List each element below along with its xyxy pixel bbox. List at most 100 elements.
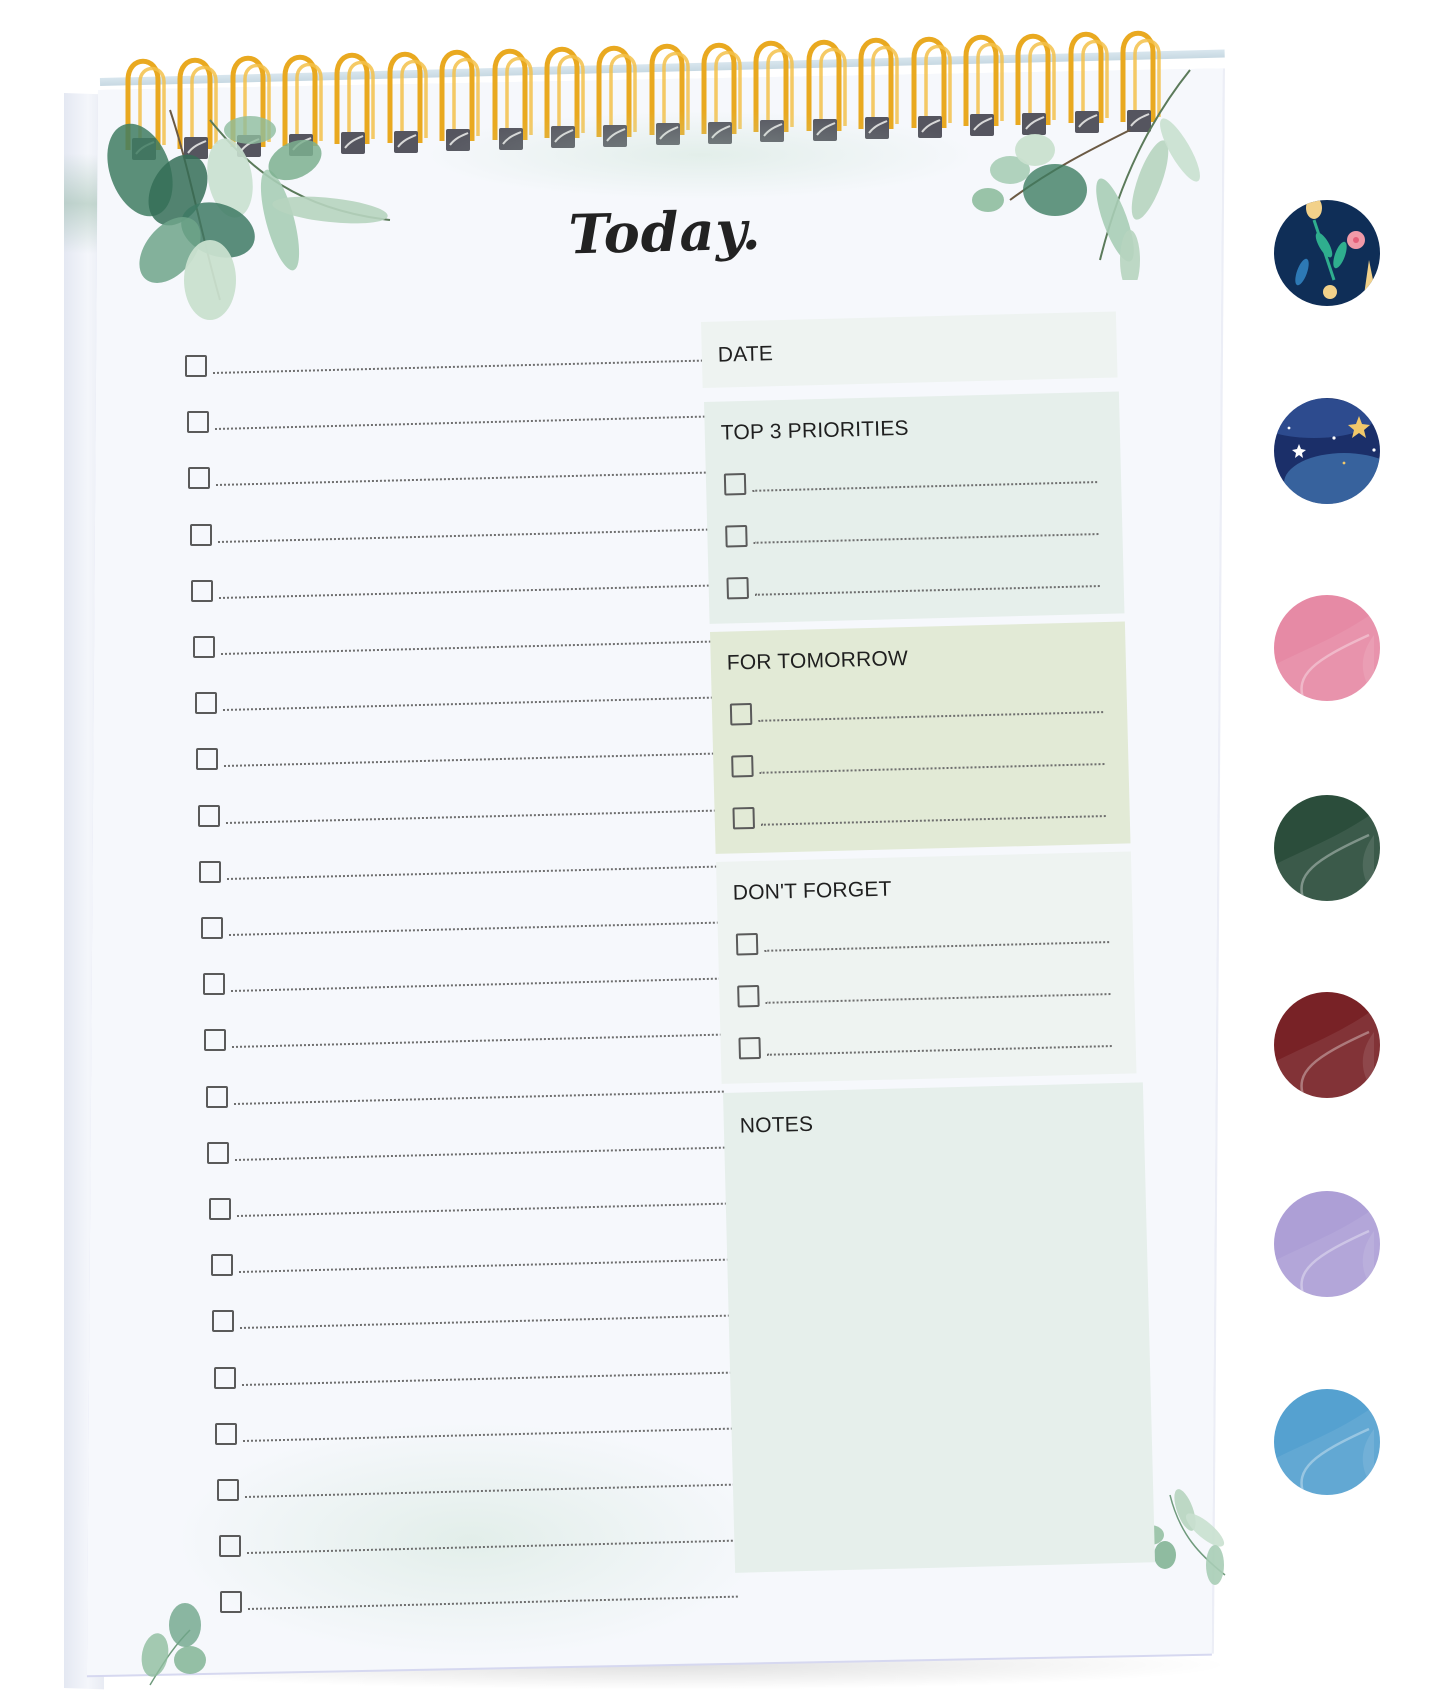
- dotted-write-line[interactable]: [753, 533, 1099, 544]
- main-task-row: [213, 1366, 734, 1391]
- main-task-row: [205, 1085, 726, 1110]
- leaf-decoration-top-right: [972, 69, 1200, 280]
- main-task-row: [202, 973, 723, 997]
- checkbox[interactable]: [732, 806, 755, 830]
- panel-task-row: [735, 924, 1111, 957]
- color-swatch-lavender[interactable]: [1274, 1191, 1380, 1297]
- checkbox[interactable]: [189, 523, 212, 546]
- dotted-write-line[interactable]: [214, 415, 705, 431]
- dotted-write-line[interactable]: [228, 921, 719, 936]
- dotted-write-line[interactable]: [236, 1202, 727, 1217]
- leaf-decoration-top-left: [107, 109, 391, 320]
- dotted-write-line[interactable]: [765, 993, 1111, 1004]
- checkbox[interactable]: [735, 932, 759, 956]
- panel-date[interactable]: DATE: [701, 311, 1118, 388]
- panel-task-row: [738, 1028, 1113, 1061]
- dotted-write-line[interactable]: [766, 1045, 1112, 1056]
- dotted-write-line[interactable]: [758, 711, 1104, 722]
- dotted-write-line[interactable]: [752, 481, 1098, 492]
- main-task-row: [194, 692, 715, 716]
- dotted-write-line[interactable]: [232, 1033, 723, 1049]
- main-task-row: [189, 523, 710, 548]
- checkbox[interactable]: [193, 636, 215, 658]
- checkbox[interactable]: [723, 472, 747, 496]
- panel-dont-forget: DON'T FORGET: [716, 851, 1137, 1084]
- checkbox[interactable]: [220, 1591, 243, 1614]
- color-swatch-burgundy[interactable]: [1274, 992, 1380, 1098]
- dotted-write-line[interactable]: [212, 359, 703, 374]
- panel-task-row: [729, 694, 1105, 727]
- checkbox[interactable]: [726, 576, 749, 600]
- checkbox[interactable]: [215, 1422, 238, 1445]
- checkbox[interactable]: [202, 973, 225, 996]
- dotted-write-line[interactable]: [243, 1427, 734, 1442]
- panel-title: FOR TOMORROW: [726, 647, 909, 675]
- checkbox[interactable]: [196, 748, 219, 771]
- dotted-write-line[interactable]: [224, 752, 715, 768]
- main-task-row: [217, 1479, 737, 1503]
- dotted-write-line[interactable]: [219, 584, 710, 599]
- panel-task-row: [731, 746, 1106, 779]
- checkbox[interactable]: [201, 917, 223, 939]
- dotted-write-line[interactable]: [759, 763, 1105, 774]
- dotted-write-line[interactable]: [233, 1090, 724, 1105]
- checkbox[interactable]: [210, 1254, 233, 1277]
- checkbox[interactable]: [186, 411, 209, 434]
- main-task-row: [199, 860, 719, 885]
- panel-task-row: [725, 516, 1100, 549]
- checkbox[interactable]: [204, 1029, 227, 1052]
- main-task-row: [210, 1254, 731, 1278]
- checkbox[interactable]: [207, 1141, 230, 1164]
- dotted-write-line[interactable]: [244, 1483, 735, 1498]
- dotted-write-line[interactable]: [246, 1539, 737, 1555]
- main-task-row: [193, 636, 713, 660]
- dotted-write-line[interactable]: [227, 865, 718, 880]
- checkbox[interactable]: [197, 804, 220, 827]
- dotted-write-line[interactable]: [222, 696, 713, 712]
- panel-title: TOP 3 PRIORITIES: [720, 416, 910, 445]
- main-task-row: [215, 1422, 735, 1447]
- dotted-write-line[interactable]: [248, 1595, 739, 1611]
- checkbox[interactable]: [194, 692, 217, 715]
- checkbox[interactable]: [188, 467, 211, 490]
- color-swatch-navy-floral[interactable]: [1274, 200, 1380, 306]
- dotted-write-line[interactable]: [220, 640, 711, 655]
- dotted-write-line[interactable]: [235, 1146, 726, 1161]
- checkbox[interactable]: [213, 1366, 236, 1389]
- main-task-row: [220, 1591, 740, 1615]
- dotted-write-line[interactable]: [238, 1258, 729, 1274]
- dotted-write-line[interactable]: [216, 471, 707, 487]
- checkbox[interactable]: [725, 524, 748, 548]
- dotted-write-line[interactable]: [230, 977, 721, 993]
- dotted-write-line[interactable]: [241, 1371, 732, 1386]
- checkbox[interactable]: [199, 860, 222, 883]
- main-task-row: [185, 355, 705, 379]
- color-swatch-forest-green[interactable]: [1274, 795, 1380, 901]
- main-task-row: [201, 917, 721, 941]
- color-swatch-pink[interactable]: [1274, 595, 1380, 701]
- main-task-row: [204, 1029, 724, 1053]
- checkbox[interactable]: [205, 1085, 228, 1108]
- color-swatch-sky-blue[interactable]: [1274, 1389, 1380, 1495]
- panel-task-row: [737, 976, 1112, 1009]
- panel-tomorrow: FOR TOMORROW: [710, 621, 1131, 854]
- dotted-write-line[interactable]: [217, 528, 708, 543]
- checkbox[interactable]: [212, 1310, 235, 1333]
- checkbox[interactable]: [217, 1479, 239, 1501]
- checkbox[interactable]: [209, 1198, 231, 1220]
- checkbox[interactable]: [729, 702, 753, 726]
- checkbox[interactable]: [737, 984, 760, 1008]
- dotted-write-line[interactable]: [764, 941, 1110, 952]
- checkbox[interactable]: [731, 754, 754, 778]
- checkbox[interactable]: [738, 1036, 761, 1060]
- checkbox[interactable]: [191, 579, 214, 602]
- color-swatch-starry-night[interactable]: [1274, 398, 1380, 504]
- checkbox[interactable]: [218, 1535, 241, 1558]
- dotted-write-line[interactable]: [240, 1314, 731, 1330]
- dotted-write-line[interactable]: [760, 815, 1106, 826]
- dotted-write-line[interactable]: [225, 809, 716, 824]
- panel-notes[interactable]: NOTES: [723, 1082, 1156, 1573]
- dotted-write-line[interactable]: [754, 585, 1100, 596]
- panel-title: DON'T FORGET: [732, 877, 892, 905]
- checkbox[interactable]: [185, 355, 207, 377]
